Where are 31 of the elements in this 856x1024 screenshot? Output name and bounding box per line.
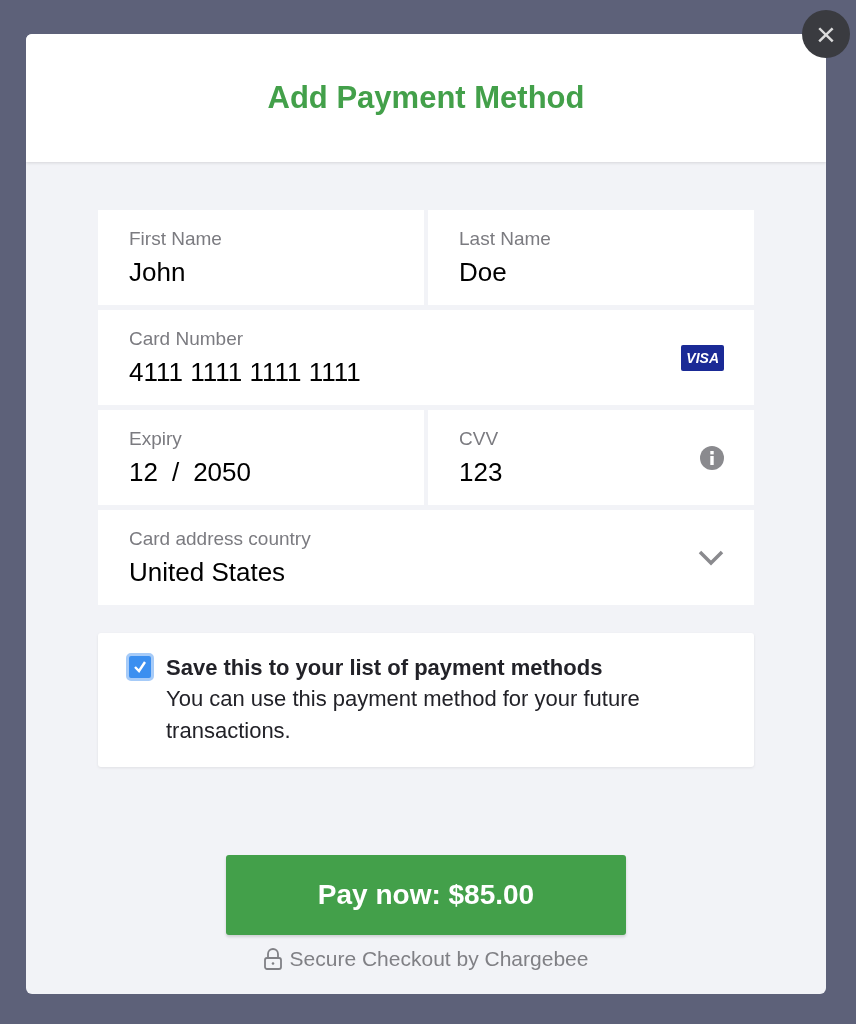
field-label: First Name	[129, 226, 223, 251]
field-value: Doe	[459, 255, 508, 289]
lock-icon	[263, 947, 282, 970]
option-description: You can use this payment method for your future transactions.	[166, 685, 641, 745]
field-value: John	[129, 255, 187, 289]
input-field[interactable]: Card Number 4111 1111 1111 1111 VISA	[98, 310, 754, 405]
field-label: Last Name	[459, 226, 552, 251]
secure-checkout-text: Secure Checkout by Chargebee	[289, 946, 589, 972]
input-field[interactable]: CVV 123	[428, 410, 754, 505]
date-separator: /	[171, 455, 180, 489]
field-value: 12	[129, 455, 158, 489]
card-brand-logo: VISA	[681, 344, 724, 371]
chevron-down-icon[interactable]	[698, 549, 724, 566]
info-icon[interactable]	[700, 445, 724, 470]
close-button[interactable]: ×	[802, 10, 850, 58]
dialog-title: Add Payment Method	[267, 78, 585, 117]
field-label: CVV	[459, 426, 500, 451]
checkbox[interactable]	[126, 653, 154, 681]
field-value: 123	[459, 455, 504, 489]
input-field[interactable]: First Name John	[98, 210, 424, 305]
field-label: Card Number	[129, 326, 245, 351]
input-field[interactable]: Expiry 12 / 2050	[98, 410, 424, 505]
input-field[interactable]: Card address country United States	[98, 510, 754, 605]
field-label: Expiry	[129, 426, 183, 451]
field-label: Card address country	[129, 526, 312, 551]
field-value: 2050	[193, 455, 251, 489]
option-title: Save this to your list of payment methods	[166, 654, 604, 682]
field-value: 4111 1111 1111 1111	[129, 355, 362, 389]
checkmark-icon	[133, 660, 147, 674]
field-value: United States	[129, 555, 287, 589]
input-field[interactable]: Last Name Doe	[428, 210, 754, 305]
